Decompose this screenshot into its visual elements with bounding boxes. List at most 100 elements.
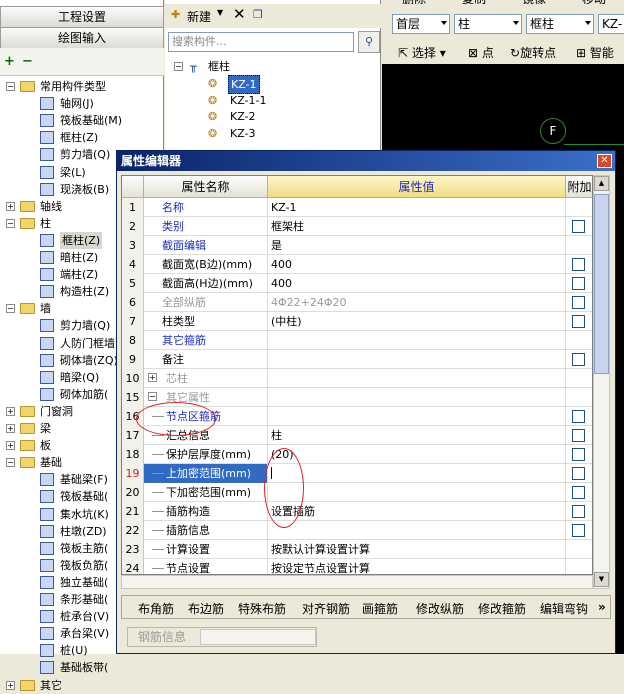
rebar-tool-button[interactable]: 特殊布筋 bbox=[238, 600, 286, 617]
extra-checkbox[interactable] bbox=[572, 486, 585, 499]
type-select[interactable]: 框柱 bbox=[526, 14, 594, 34]
table-row[interactable]: 23 计算设置 按默认计算设置计算 bbox=[122, 540, 592, 559]
tree-item[interactable]: 框柱(Z) bbox=[0, 129, 164, 146]
category-select[interactable]: 柱 bbox=[454, 14, 522, 34]
property-value[interactable]: 400 bbox=[268, 255, 566, 274]
tree-folder[interactable]: + 其它 bbox=[0, 677, 164, 694]
scroll-thumb[interactable] bbox=[594, 194, 609, 374]
vertical-scrollbar[interactable]: ▲ ▼ bbox=[593, 175, 610, 589]
table-row[interactable]: 21 插筋构造 设置插筋 bbox=[122, 502, 592, 521]
table-row[interactable]: 7 柱类型 (中柱) bbox=[122, 312, 592, 331]
table-row[interactable]: 5 截面高(H边)(mm) 400 bbox=[122, 274, 592, 293]
property-value[interactable] bbox=[268, 369, 566, 388]
rotate-point-button[interactable]: ↻旋转点 bbox=[510, 44, 556, 61]
project-settings-button[interactable]: 工程设置 bbox=[0, 6, 164, 28]
extra-checkbox[interactable] bbox=[572, 505, 585, 518]
table-row[interactable]: 2 类别 框架柱 bbox=[122, 217, 592, 236]
extra-checkbox[interactable] bbox=[572, 258, 585, 271]
table-row[interactable]: 20 下加密范围(mm) bbox=[122, 483, 592, 502]
select-button[interactable]: ⇱ 选择 ▾ bbox=[398, 44, 446, 61]
collapse-icon[interactable]: − bbox=[6, 304, 15, 314]
table-row[interactable]: 18 保护层厚度(mm) (20) bbox=[122, 445, 592, 464]
expand-all-icon[interactable]: + bbox=[4, 54, 15, 69]
property-value[interactable]: 400 bbox=[268, 274, 566, 293]
extra-checkbox[interactable] bbox=[572, 315, 585, 328]
rebar-tool-button[interactable]: 对齐钢筋 bbox=[302, 600, 350, 617]
menu-item[interactable]: 删除 bbox=[402, 0, 426, 4]
expand-icon[interactable]: + bbox=[6, 406, 15, 416]
property-value[interactable] bbox=[268, 521, 566, 540]
search-icon[interactable]: ⚲ bbox=[358, 31, 380, 53]
extra-checkbox[interactable] bbox=[572, 296, 585, 309]
property-value[interactable]: 4Φ22+24Φ20 bbox=[268, 293, 566, 312]
extra-checkbox[interactable] bbox=[572, 448, 585, 461]
collapse-all-icon[interactable]: − bbox=[22, 54, 33, 69]
rebar-tool-button[interactable]: 布边筋 bbox=[188, 600, 224, 617]
table-row[interactable]: 8 其它箍筋 bbox=[122, 331, 592, 350]
collapse-icon[interactable]: − bbox=[6, 218, 15, 228]
property-value[interactable]: (20) bbox=[268, 445, 566, 464]
rebar-tool-button[interactable]: 画箍筋 bbox=[362, 600, 398, 617]
extra-checkbox[interactable] bbox=[572, 410, 585, 423]
property-value[interactable] bbox=[268, 388, 566, 407]
scroll-up-icon[interactable]: ▲ bbox=[594, 176, 609, 191]
rebar-info-select[interactable]: 钢筋信息 bbox=[127, 627, 317, 647]
floor-select[interactable]: 首层 bbox=[392, 14, 450, 34]
rebar-tool-button[interactable]: 修改纵筋 bbox=[416, 600, 464, 617]
component-select[interactable]: KZ- bbox=[598, 14, 624, 34]
table-row[interactable]: 1 名称 KZ-1 bbox=[122, 198, 592, 217]
property-value[interactable]: 设置插筋 bbox=[268, 502, 566, 521]
point-button[interactable]: ⊠ 点 bbox=[468, 44, 494, 61]
horizontal-scrollbar[interactable] bbox=[121, 575, 593, 589]
menu-item[interactable]: 复制 bbox=[462, 0, 486, 4]
tree-item[interactable]: 基础板带( bbox=[0, 659, 164, 676]
property-value[interactable]: 柱 bbox=[268, 426, 566, 445]
extra-checkbox[interactable] bbox=[572, 277, 585, 290]
expand-icon[interactable]: + bbox=[6, 424, 15, 433]
search-input[interactable]: 搜索构件... bbox=[168, 32, 354, 52]
new-button[interactable]: 新建 bbox=[187, 8, 211, 25]
extra-checkbox[interactable] bbox=[572, 429, 585, 442]
table-row[interactable]: 3 截面编辑 是 bbox=[122, 236, 592, 255]
rebar-tool-button[interactable]: 编辑弯钩 bbox=[540, 600, 588, 617]
expand-icon[interactable]: + bbox=[6, 201, 15, 211]
table-row[interactable]: 19 上加密范围(mm) bbox=[122, 464, 592, 483]
menu-item[interactable]: 移动 bbox=[582, 0, 606, 4]
collapse-icon[interactable]: − bbox=[6, 458, 15, 468]
chevron-down-icon[interactable]: ▼ bbox=[217, 8, 223, 17]
tree-folder[interactable]: − 常用构件类型 bbox=[0, 78, 164, 95]
collapse-icon[interactable]: − bbox=[174, 62, 183, 71]
property-value[interactable]: KZ-1 bbox=[268, 198, 566, 217]
table-row[interactable]: 24 节点设置 按设定节点设置计算 bbox=[122, 559, 592, 574]
property-value[interactable]: 按设定节点设置计算 bbox=[268, 559, 566, 574]
close-icon[interactable]: ✕ bbox=[597, 154, 612, 168]
rebar-tool-button[interactable]: 修改箍筋 bbox=[478, 600, 526, 617]
smart-button[interactable]: ⊞ 智能 bbox=[576, 44, 614, 61]
extra-checkbox[interactable] bbox=[572, 524, 585, 537]
delete-icon[interactable]: ✕ bbox=[233, 5, 246, 23]
extra-checkbox[interactable] bbox=[572, 220, 585, 233]
expand-icon[interactable]: + bbox=[148, 373, 157, 382]
property-value[interactable]: 按默认计算设置计算 bbox=[268, 540, 566, 559]
property-value[interactable] bbox=[268, 483, 566, 502]
property-value[interactable]: 框架柱 bbox=[268, 217, 566, 236]
property-value[interactable] bbox=[268, 407, 566, 426]
copy-icon[interactable]: ❐ bbox=[253, 8, 263, 21]
table-row[interactable]: 22 插筋信息 bbox=[122, 521, 592, 540]
table-row[interactable]: 10 + 芯柱 bbox=[122, 369, 592, 388]
tree-item[interactable]: 轴网(J) bbox=[0, 95, 164, 112]
property-value[interactable] bbox=[268, 464, 566, 483]
table-row[interactable]: 4 截面宽(B边)(mm) 400 bbox=[122, 255, 592, 274]
collapse-icon[interactable]: − bbox=[6, 82, 15, 91]
property-value[interactable] bbox=[268, 331, 566, 350]
property-value[interactable]: 是 bbox=[268, 236, 566, 255]
rebar-tool-button[interactable]: 布角筋 bbox=[138, 600, 174, 617]
extra-checkbox[interactable] bbox=[572, 353, 585, 366]
scroll-down-icon[interactable]: ▼ bbox=[594, 572, 609, 587]
tree-item[interactable]: 筏板基础(M) bbox=[0, 112, 164, 129]
property-value[interactable]: (中柱) bbox=[268, 312, 566, 331]
drawing-input-button[interactable]: 绘图输入 bbox=[0, 27, 164, 49]
expand-icon[interactable]: + bbox=[6, 680, 15, 690]
table-row[interactable]: 6 全部纵筋 4Φ22+24Φ20 bbox=[122, 293, 592, 312]
collapse-icon[interactable]: − bbox=[148, 392, 157, 401]
